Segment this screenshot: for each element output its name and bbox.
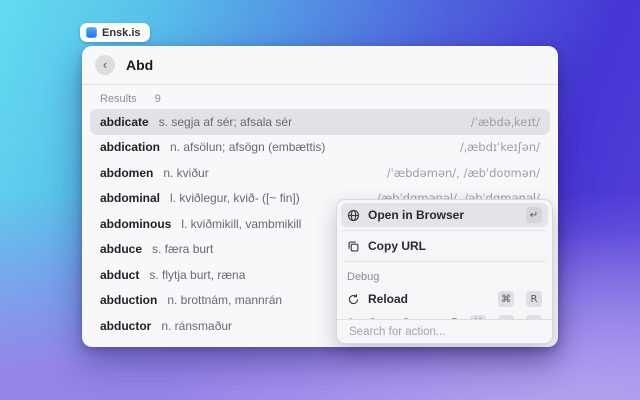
menu-item-copy-url[interactable]: Copy URL [341,234,548,258]
result-pronunciation: /ˈæbdəmən/, /æbˈdoʊmən/ [386,165,540,180]
globe-icon [347,209,360,222]
action-menu-panel: Open in Browser ↵ Copy URL Debug Reload ⌘ R O… [336,199,553,344]
menu-item-label: Open in Browser [368,208,465,222]
result-definition: s. segja af sér; afsala sér [158,114,293,129]
result-definition: n. afsölun; afsögn (embættis) [170,140,326,155]
menu-item-label: Copy URL [368,239,426,253]
extension-tab[interactable]: Ensk.is [80,23,150,42]
results-label: Results [100,93,137,105]
chevron-left-icon: ‹ [102,56,108,72]
action-search-bar [337,319,552,343]
keycap: R [526,291,542,307]
result-row-abdomen[interactable]: abdomen n. kviður/ˈæbdəmən/, /æbˈdoʊmən/ [90,160,550,186]
result-row-abdicate[interactable]: abdicate s. segja af sér; afsala sér/ˈæbd… [90,109,550,135]
menu-item-label: Reload [368,292,409,306]
menu-divider [343,261,546,262]
result-word: abdominous [100,216,172,231]
result-pronunciation: /ˌæbdɪˈkeɪʃən/ [459,140,540,155]
result-word: abduct [100,267,140,282]
result-definition: n. kviður [163,165,209,180]
menu-section-label: Debug [347,271,380,283]
extension-icon [86,27,97,38]
copy-icon [347,240,360,253]
result-word: abdication [100,140,161,155]
keycap: ⌘ [498,291,514,307]
result-word: abdominal [100,191,161,206]
back-button[interactable]: ‹ [95,55,115,75]
results-count: 9 [154,93,161,105]
result-word: abdomen [100,165,154,180]
reload-icon [347,293,360,306]
action-search-input[interactable] [347,324,542,339]
result-word: abduce [100,242,143,257]
window-header: ‹ Abd [82,46,558,85]
page-title: Abd [126,57,154,73]
menu-item-reload[interactable]: Reload ⌘ R [341,287,548,311]
result-row-abdication[interactable]: abdication n. afsölun; afsögn (embættis) /… [90,135,550,161]
result-word: abduction [100,293,158,308]
result-word: abductor [100,318,152,333]
menu-divider [343,230,546,231]
keycap: ↵ [526,207,542,223]
menu-item-open-in-browser[interactable]: Open in Browser ↵ [341,203,548,227]
result-pronunciation: /ˈæbdəˌkeɪt/ [470,114,540,129]
results-header: Results 9 [82,85,558,109]
launcher-window: ‹ Abd Results 9 abdicate s. segja af sér;… [82,46,558,347]
extension-tab-label: Ensk.is [102,26,141,39]
result-word: abdicate [100,114,149,129]
